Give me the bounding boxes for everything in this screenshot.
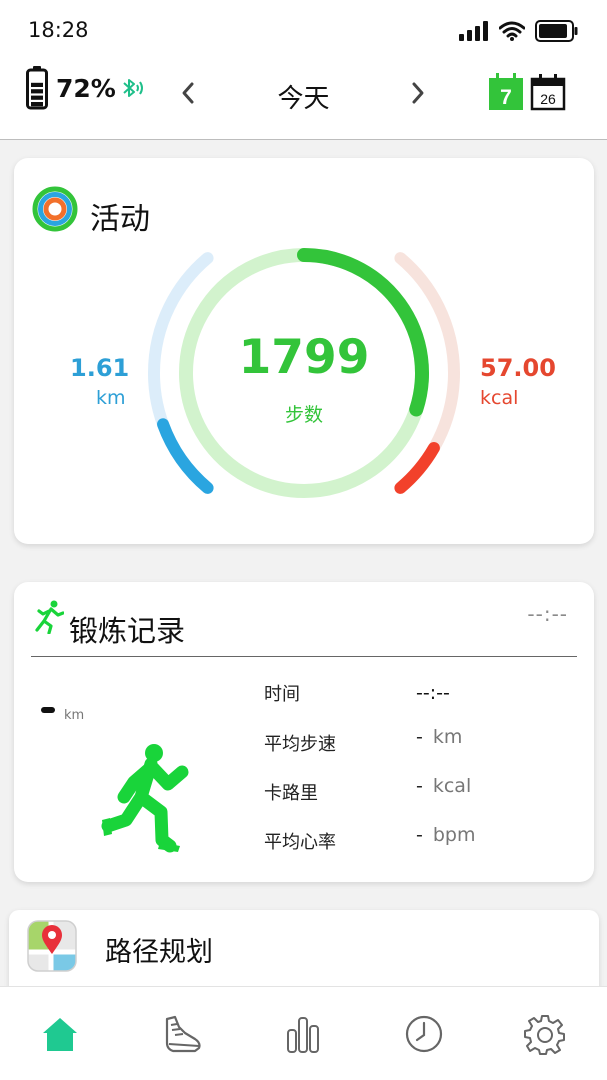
workout-time: --:-- bbox=[527, 602, 568, 626]
month-calendar-button[interactable]: 26 bbox=[530, 73, 566, 115]
status-bar: 18:28 bbox=[0, 0, 607, 60]
workout-card[interactable]: 锻炼记录 --:-- km 时间 --:-- 平均步速 - km 卡路里 - kca… bbox=[14, 582, 594, 882]
activity-card[interactable]: 活动 1799 步数 1.61 km 57.00 kcal bbox=[14, 158, 594, 544]
bluetooth-icon bbox=[123, 79, 143, 97]
battery-level-bar bbox=[31, 82, 43, 87]
battery-percent: 72% bbox=[56, 73, 116, 103]
stat-value-calories: - kcal bbox=[416, 775, 472, 797]
week-calendar-icon: 7 bbox=[489, 73, 523, 110]
gear-icon bbox=[524, 1015, 565, 1055]
distance-unit: km bbox=[96, 387, 126, 409]
week-calendar-button[interactable]: 7 bbox=[488, 73, 524, 115]
calories-ring-progress bbox=[394, 442, 440, 494]
tab-home[interactable] bbox=[35, 1009, 85, 1059]
sneaker-icon bbox=[165, 1015, 201, 1053]
stat-label-calories: 卡路里 bbox=[264, 783, 318, 804]
stat-value-pace: - km bbox=[416, 726, 463, 748]
week-calendar-number: 7 bbox=[500, 86, 512, 109]
running-icon bbox=[35, 600, 64, 634]
route-title: 路径规划 bbox=[105, 937, 213, 968]
stat-value-heart-rate: - bpm bbox=[416, 824, 476, 846]
battery-level-bar bbox=[31, 89, 43, 94]
tab-bar bbox=[0, 986, 607, 1080]
signal-icon bbox=[459, 21, 488, 41]
bar-chart-icon bbox=[287, 1017, 319, 1053]
tab-settings[interactable] bbox=[520, 1009, 570, 1059]
month-calendar-number: 26 bbox=[540, 91, 556, 107]
chevron-right-icon[interactable] bbox=[408, 78, 428, 108]
distance-placeholder-dash bbox=[41, 707, 55, 713]
workout-distance-unit: km bbox=[64, 708, 85, 723]
workout-title: 锻炼记录 bbox=[69, 614, 186, 648]
battery-icon bbox=[535, 20, 578, 42]
wifi-icon bbox=[499, 21, 525, 41]
distance-value: 1.61 bbox=[70, 354, 130, 382]
battery-level-bar bbox=[31, 95, 43, 100]
home-icon bbox=[43, 1018, 77, 1051]
stat-label-time: 时间 bbox=[264, 684, 300, 705]
tab-history[interactable] bbox=[399, 1009, 449, 1059]
tab-workout[interactable] bbox=[157, 1009, 207, 1059]
device-battery: 72% bbox=[26, 66, 146, 110]
status-time: 18:28 bbox=[28, 18, 89, 42]
stat-label-pace: 平均步速 bbox=[264, 734, 336, 755]
calories-unit: kcal bbox=[480, 387, 519, 409]
tab-statistics[interactable] bbox=[278, 1009, 328, 1059]
status-icons bbox=[459, 20, 579, 42]
clock-icon bbox=[405, 1015, 443, 1053]
chevron-left-icon[interactable] bbox=[178, 78, 198, 108]
map-pin-icon bbox=[27, 920, 77, 972]
stat-value-time-text: --:-- bbox=[416, 682, 450, 704]
runner-illustration bbox=[101, 744, 189, 853]
month-calendar-icon: 26 bbox=[530, 74, 566, 111]
battery-level-bar bbox=[31, 102, 43, 107]
stat-label-heart-rate: 平均心率 bbox=[264, 832, 336, 853]
header: 72% 今天 7 26 bbox=[0, 60, 607, 140]
stat-value-time: --:-- bbox=[416, 682, 450, 704]
calories-value: 57.00 bbox=[480, 354, 556, 382]
divider bbox=[31, 656, 577, 657]
device-battery-icon bbox=[26, 66, 48, 110]
